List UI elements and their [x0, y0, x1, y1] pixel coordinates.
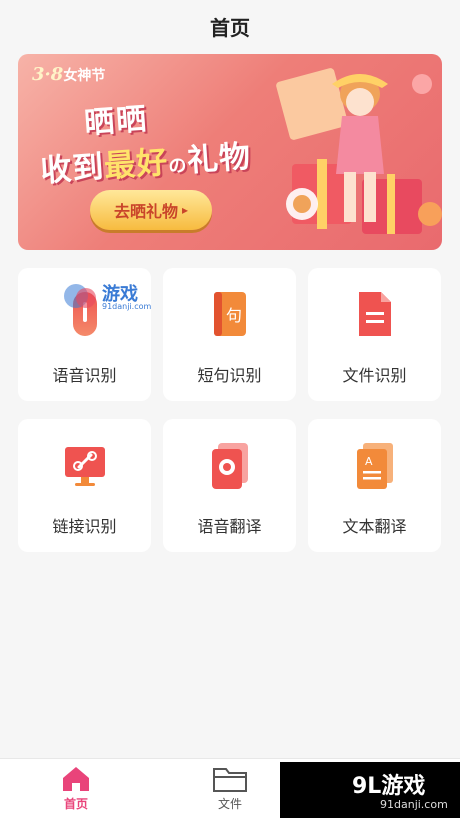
voice-translate-icon — [211, 443, 248, 489]
link-monitor-icon — [64, 447, 105, 486]
tab-home[interactable]: 首页 — [46, 765, 106, 817]
feature-label: 语音翻译 — [197, 517, 262, 536]
feature-link-recognition[interactable]: 链接识别 — [18, 419, 151, 552]
page-header: 首页 — [0, 0, 460, 52]
text-translate-icon: A — [356, 443, 393, 489]
home-icon — [63, 767, 89, 791]
sentence-book-icon: 句 — [213, 292, 246, 336]
feature-label: 短句识别 — [197, 366, 262, 385]
page-title: 首页 — [210, 15, 250, 40]
feature-label: 链接识别 — [52, 517, 117, 536]
watermark-corner: 9L游戏 91danji.com — [280, 762, 460, 818]
tab-home-label: 首页 — [63, 797, 88, 811]
tab-files[interactable]: 文件 — [200, 765, 260, 817]
feature-file-recognition[interactable]: 文件识别 — [308, 268, 441, 401]
banner-headline-1: 晒晒 — [83, 101, 150, 142]
feature-label: 文件识别 — [342, 366, 407, 385]
watermark-overlay: 游戏 91danji.com — [62, 278, 158, 318]
watermark-url: 91danji.com — [102, 302, 152, 311]
tab-files-label: 文件 — [217, 797, 242, 811]
watermark-corner-text: 9L游戏 — [352, 774, 426, 799]
banner-badge: 3·8女神节 — [32, 64, 106, 85]
feature-voice-translation[interactable]: 语音翻译 — [163, 419, 296, 552]
feature-sentence-recognition[interactable]: 句 短句识别 — [163, 268, 296, 401]
feature-text-translation[interactable]: A 文本翻译 — [308, 419, 441, 552]
share-gift-button[interactable]: 去晒礼物 ▸ — [90, 190, 212, 230]
banner-illustration — [276, 68, 442, 234]
document-icon — [358, 292, 391, 336]
promo-banner[interactable]: 3·8女神节 晒晒 收到最好の礼物 去晒礼物 ▸ — [18, 54, 442, 250]
watermark-logo-icon — [64, 284, 96, 308]
feature-label: 语音识别 — [52, 366, 117, 385]
folder-icon — [213, 768, 247, 792]
feature-label: 文本翻译 — [342, 517, 407, 536]
watermark-corner-url: 91danji.com — [380, 798, 448, 811]
banner-headline-2: 收到最好の礼物 — [39, 138, 253, 190]
svg-text:A: A — [365, 455, 373, 468]
svg-text:句: 句 — [225, 306, 241, 325]
